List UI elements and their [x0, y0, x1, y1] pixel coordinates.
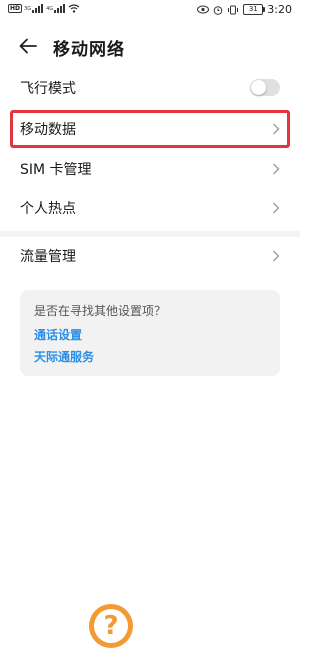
wifi-icon: [68, 4, 80, 13]
hd-badge: HD: [8, 4, 23, 13]
skytone-service-link[interactable]: 天际通服务: [34, 348, 94, 365]
sim-manage-label: SIM 卡管理: [20, 162, 92, 178]
eye-icon: [197, 5, 210, 14]
toggle-knob: [251, 80, 266, 95]
hotspot-label: 个人热点: [20, 201, 76, 217]
back-arrow-icon: [19, 38, 37, 54]
status-right: 31 3:20: [197, 3, 292, 16]
chevron-right-icon: [273, 163, 280, 175]
help-button[interactable]: ?: [89, 604, 133, 648]
traffic-manage-label: 流量管理: [20, 249, 76, 265]
airplane-mode-toggle[interactable]: [250, 79, 280, 96]
highlight-box: [10, 110, 290, 148]
alarm-icon: [213, 5, 223, 15]
signal-icon: [54, 4, 66, 13]
network-type-2: 4G: [46, 5, 54, 12]
chevron-right-icon: [273, 202, 280, 214]
airplane-mode-row[interactable]: 飞行模式: [0, 68, 300, 108]
hotspot-row[interactable]: 个人热点: [0, 188, 300, 228]
page-title: 移动网络: [53, 40, 125, 60]
status-bar: HD 3G 4G 31 3:20: [0, 0, 300, 22]
sim-manage-row[interactable]: SIM 卡管理: [0, 149, 300, 189]
chevron-right-icon: [273, 250, 280, 262]
status-left: HD 3G 4G: [8, 4, 80, 13]
help-card: 是否在寻找其他设置项？ 通话设置 天际通服务: [20, 290, 280, 376]
question-mark-icon: ?: [94, 609, 128, 643]
battery-icon: 31: [243, 4, 266, 15]
clock: 3:20: [267, 3, 292, 16]
vibrate-icon: [228, 5, 239, 14]
header: 移动网络: [0, 30, 300, 62]
traffic-manage-row[interactable]: 流量管理: [0, 236, 300, 276]
call-settings-link[interactable]: 通话设置: [34, 326, 82, 343]
help-question: 是否在寻找其他设置项？: [34, 304, 167, 318]
network-type-1: 3G: [24, 5, 32, 12]
airplane-mode-label: 飞行模式: [20, 81, 76, 97]
signal-icon: [32, 4, 44, 13]
back-button[interactable]: [16, 34, 40, 58]
